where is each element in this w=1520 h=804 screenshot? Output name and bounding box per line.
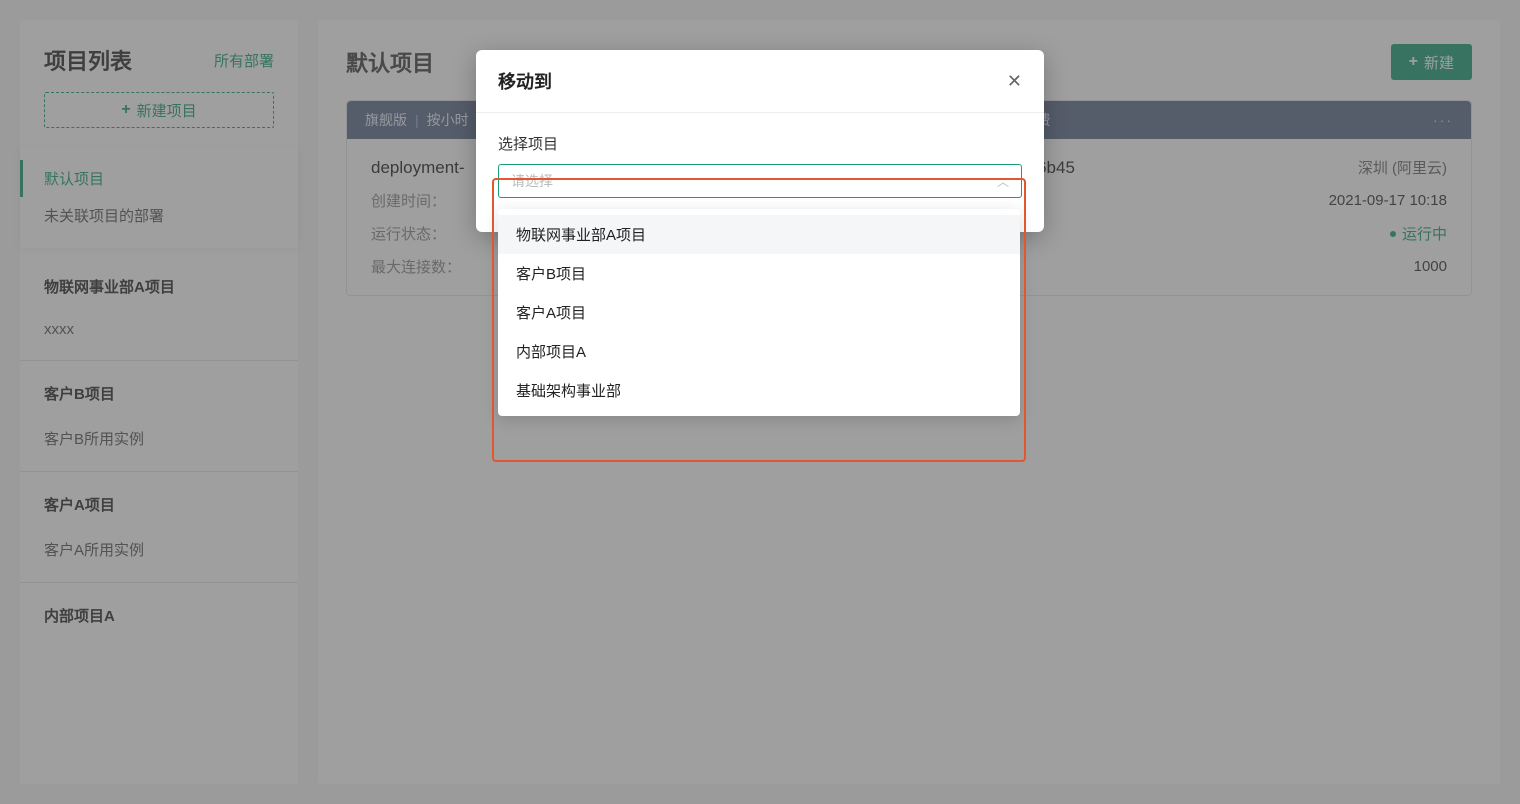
dropdown-option[interactable]: 物联网事业部A项目 xyxy=(498,215,1020,254)
modal-title: 移动到 xyxy=(498,68,552,94)
chevron-up-icon: ︿ xyxy=(997,173,1009,190)
move-to-modal: 移动到 ✕ 选择项目 请选择 ︿ 物联网事业部A项目 客户B项目 客户A项目 内… xyxy=(476,50,1044,232)
project-select[interactable]: 请选择 ︿ xyxy=(498,164,1022,198)
dropdown-option[interactable]: 内部项目A xyxy=(498,332,1020,371)
dropdown-option[interactable]: 客户B项目 xyxy=(498,254,1020,293)
dropdown-option[interactable]: 基础架构事业部 xyxy=(498,371,1020,410)
select-placeholder: 请选择 xyxy=(511,171,553,191)
select-project-label: 选择项目 xyxy=(498,133,1022,154)
modal-header: 移动到 ✕ xyxy=(476,50,1044,113)
modal-overlay[interactable]: 移动到 ✕ 选择项目 请选择 ︿ 物联网事业部A项目 客户B项目 客户A项目 内… xyxy=(0,0,1520,804)
project-dropdown: 物联网事业部A项目 客户B项目 客户A项目 内部项目A 基础架构事业部 xyxy=(498,209,1020,416)
modal-body: 选择项目 请选择 ︿ 物联网事业部A项目 客户B项目 客户A项目 内部项目A 基… xyxy=(476,113,1044,232)
dropdown-option[interactable]: 客户A项目 xyxy=(498,293,1020,332)
close-icon[interactable]: ✕ xyxy=(1007,71,1022,92)
